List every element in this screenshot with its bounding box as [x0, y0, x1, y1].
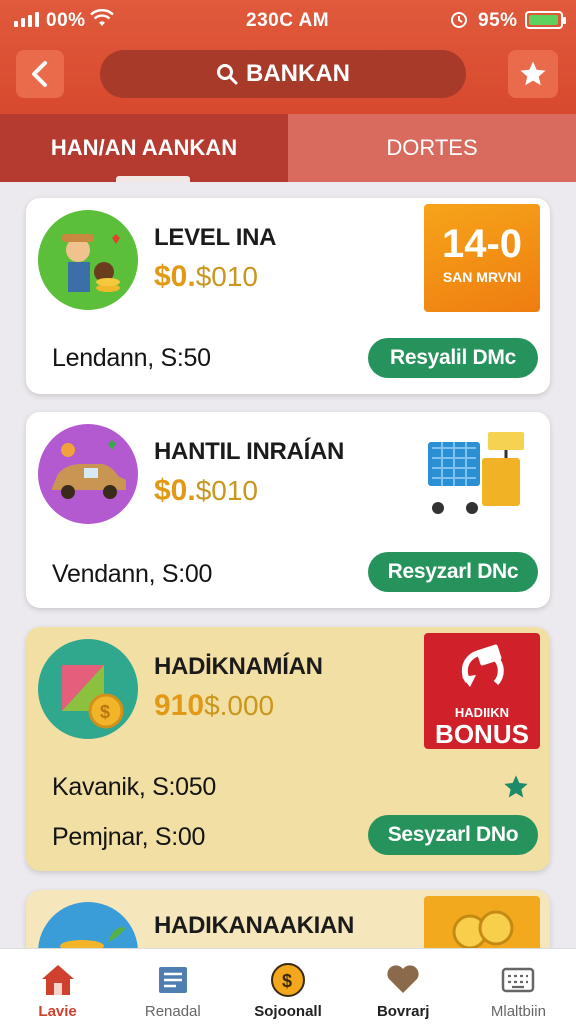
tab-bar: HAN/AN AANKAN DORTES [0, 114, 576, 182]
card-meta: Lendann, S:50 [52, 344, 211, 372]
svg-text:$: $ [100, 702, 110, 722]
avatar: $ [38, 639, 138, 739]
home-icon [41, 965, 74, 995]
nav-item-renadal[interactable]: Renadal [115, 949, 230, 1024]
nav-item-sojoonall[interactable]: $ Sojoonall [230, 949, 345, 1024]
svg-text:$: $ [282, 971, 292, 991]
card-title: HADIKANAAKIAN [154, 912, 355, 939]
nav-label: Bovrarj [376, 1003, 430, 1020]
price-rest: $010 [195, 261, 259, 292]
tab-han-an-aankan[interactable]: HAN/AN AANKAN [0, 114, 288, 182]
search-label: BANKAN [246, 60, 350, 87]
search-icon [217, 64, 238, 85]
coins-icon [452, 910, 514, 950]
price-rest: $.000 [204, 690, 275, 721]
badge-subtext: HADIIKN [454, 705, 510, 720]
price-main: 910 [154, 689, 205, 722]
coin-icon: $ [271, 963, 305, 997]
coins-badge [424, 896, 540, 956]
nav-item-lavie[interactable]: Lavie [0, 949, 115, 1024]
bonus-badge: HADIIKN BONUS [424, 633, 540, 749]
farmer-icon [62, 234, 120, 292]
card-action-button[interactable]: Resyalil DMc [368, 338, 538, 378]
card-meta: Vendann, S:00 [52, 560, 213, 588]
bottom-navigation: Lavie Renadal $ Sojoonall Bovrarj Mlaltb… [0, 948, 576, 1024]
tab-label: HAN/AN AANKAN [50, 135, 238, 160]
status-time: 230C AM [246, 10, 330, 31]
battery-text: 95% [478, 10, 518, 31]
nav-label: Renadal [144, 1003, 201, 1020]
nav-item-mlaltbiin[interactable]: Mlaltbiin [461, 949, 576, 1024]
card-meta: Kavanik, S:050 [52, 773, 216, 801]
refresh-icon [461, 644, 504, 687]
status-bar: 00% 230C AM 95% [0, 0, 576, 40]
offer-card[interactable]: LEVEL INA $0.$010 14-0 SAN MRVNI Lendann… [26, 198, 550, 394]
card-price: $0.$010 [154, 260, 258, 294]
signal-icon [14, 12, 39, 27]
shopping-cart-icon [428, 432, 524, 514]
avatar [38, 424, 138, 524]
document-icon [158, 967, 187, 993]
badge-number: 14-0 [441, 222, 523, 266]
nav-item-bovrarj[interactable]: Bovrarj [346, 949, 461, 1024]
nav-label: Lavie [38, 1003, 77, 1020]
card-title: LEVEL INA [154, 224, 277, 251]
signal-text: 00% [46, 10, 86, 31]
nav-label: Mlaltbiin [490, 1003, 546, 1020]
price-main: $0. [154, 260, 196, 293]
card-title: HANTIL INRAÍAN [154, 438, 345, 465]
chevron-left-icon [32, 61, 47, 87]
star-icon [520, 61, 546, 86]
search-bar[interactable]: BANKAN [100, 50, 466, 98]
nav-label: Sojoonall [254, 1003, 322, 1020]
badge-word: BONUS [435, 719, 529, 749]
star-icon[interactable] [502, 773, 530, 801]
discount-badge: 14-0 SAN MRVNI [424, 204, 540, 312]
gift-icon: $ [62, 665, 124, 729]
keyboard-icon [502, 967, 535, 993]
tab-label: DORTES [386, 135, 478, 160]
price-rest: $010 [195, 475, 259, 506]
card-price: 910$.000 [154, 689, 274, 723]
badge-subtext: SAN MRVNI [442, 269, 522, 285]
heart-icon [387, 965, 419, 993]
card-action-button[interactable]: Resyzarl DNc [368, 552, 538, 592]
offer-card[interactable]: HANTIL INRAÍAN $0.$010 Vendann, S:00 Res… [26, 412, 550, 608]
favorite-button[interactable] [508, 50, 558, 98]
wifi-icon [90, 9, 114, 26]
offer-card[interactable]: $ HADİKNAMÍAN 910$.000 HADIIKN BONUS Kav… [26, 627, 550, 871]
car-icon [52, 440, 126, 499]
card-meta-secondary: Pemjnar, S:00 [52, 823, 206, 851]
battery-fill [529, 15, 558, 25]
card-price: $0.$010 [154, 474, 258, 508]
price-main: $0. [154, 474, 196, 507]
back-button[interactable] [16, 50, 64, 98]
card-action-button[interactable]: Sesyzarl DNo [368, 815, 538, 855]
battery-icon [525, 11, 566, 29]
card-title: HADİKNAMÍAN [154, 653, 323, 680]
app-header: 00% 230C AM 95% BANKAN [0, 0, 576, 114]
tab-dortes[interactable]: DORTES [288, 114, 576, 182]
avatar [38, 210, 138, 310]
alarm-icon [451, 12, 467, 28]
